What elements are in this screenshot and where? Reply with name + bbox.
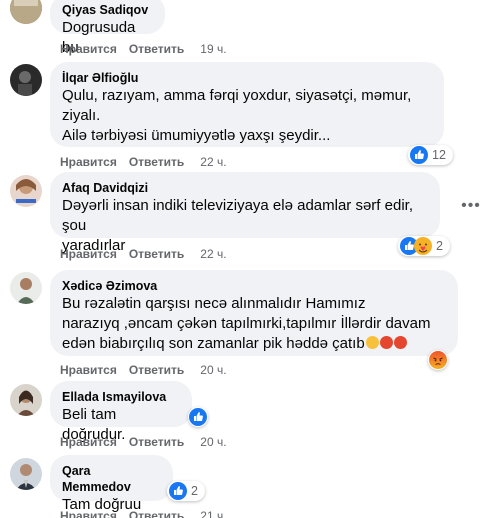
reaction-summary[interactable]: 2 — [398, 236, 450, 256]
like-link[interactable]: Нравится — [60, 246, 117, 262]
reply-link[interactable]: Ответить — [129, 154, 184, 170]
reaction-summary[interactable] — [428, 350, 448, 370]
angry-face-icon — [379, 336, 393, 349]
comment-timestamp[interactable]: 19 ч. — [200, 41, 226, 57]
comment-bubble: Ellada Ismayilova Beli tam doğrudur. — [50, 381, 192, 443]
care-icon — [414, 237, 432, 255]
comment-timestamp[interactable]: 21 ч. — [200, 508, 226, 518]
comment-author[interactable]: Qara Memmedov — [62, 463, 161, 495]
reaction-summary[interactable]: 12 — [408, 145, 453, 165]
reply-link[interactable]: Ответить — [129, 41, 184, 57]
avatar[interactable] — [10, 175, 42, 207]
comment-bubble: Qara Memmedov Tam doğruu — [50, 455, 173, 513]
comment-text: Qulu, razıyam, amma fərqi yoxdur, siyasə… — [62, 87, 412, 104]
comment-bubble: Xədicə Əzimova Bu rəzalətin qarşısı necə… — [50, 270, 458, 356]
comment-author[interactable]: Qiyas Sadiqov — [62, 2, 153, 18]
reaction-count: 2 — [436, 239, 443, 253]
comment-author[interactable]: İlqar Əlfioğlu — [62, 70, 432, 86]
like-icon — [169, 482, 187, 500]
avatar[interactable] — [10, 0, 42, 24]
comment-actions: Нравится Ответить 20 ч. — [60, 434, 227, 450]
angry-face-icon — [393, 336, 407, 349]
comment-actions: Нравится Ответить 22 ч. — [60, 154, 227, 170]
comment-actions: Нравится Ответить 22 ч. — [60, 246, 227, 262]
reply-link[interactable]: Ответить — [129, 434, 184, 450]
comment-actions: Нравится Ответить 20 ч. — [60, 362, 227, 378]
reaction-summary[interactable]: 2 — [167, 481, 205, 501]
comment-timestamp[interactable]: 22 ч. — [200, 154, 226, 170]
comment-author[interactable]: Xədicə Əzimova — [62, 278, 446, 294]
comment-bubble: Afaq Davidqizi Dəyərli insan indiki tele… — [50, 172, 440, 254]
more-options-icon[interactable]: ••• — [461, 198, 481, 219]
reply-link[interactable]: Ответить — [129, 246, 184, 262]
avatar[interactable] — [10, 272, 42, 304]
like-icon — [410, 146, 428, 164]
reaction-summary[interactable] — [188, 407, 208, 427]
comment-bubble: Qiyas Sadiqov Dogrusuda bu — [50, 0, 165, 56]
comment-text: Dəyərli insan indiki televiziyaya elə ad… — [62, 197, 413, 234]
reaction-count: 2 — [191, 484, 198, 498]
angry-icon — [429, 351, 447, 369]
reply-link[interactable]: Ответить — [129, 362, 184, 378]
reaction-count: 12 — [432, 148, 446, 162]
comment-actions: Нравится Ответить 19 ч. — [60, 41, 227, 57]
comment-timestamp[interactable]: 20 ч. — [200, 362, 226, 378]
avatar[interactable] — [10, 64, 42, 96]
comment-actions: Нравится Ответить 21 ч. — [60, 508, 227, 518]
comment-bubble: İlqar Əlfioğlu Qulu, razıyam, amma fərqi… — [50, 62, 444, 147]
avatar[interactable] — [10, 458, 42, 490]
like-link[interactable]: Нравится — [60, 508, 117, 518]
like-link[interactable]: Нравится — [60, 434, 117, 450]
like-link[interactable]: Нравится — [60, 362, 117, 378]
like-icon — [189, 408, 207, 426]
comment-author[interactable]: Ellada Ismayilova — [62, 389, 180, 405]
comment-timestamp[interactable]: 22 ч. — [200, 246, 226, 262]
relieved-face-icon — [365, 336, 379, 349]
comment-author[interactable]: Afaq Davidqizi — [62, 180, 428, 196]
comment-text: edən biabırçılıq son zamanlar pik həddə … — [62, 334, 446, 354]
avatar[interactable] — [10, 384, 42, 416]
comment-text: narazıyq ,əncam çəkən tapılmırki,tapılmı… — [62, 315, 431, 332]
comment-text: ziyalı. — [62, 107, 101, 124]
like-link[interactable]: Нравится — [60, 154, 117, 170]
comment-timestamp[interactable]: 20 ч. — [200, 434, 226, 450]
reply-link[interactable]: Ответить — [129, 508, 184, 518]
like-link[interactable]: Нравится — [60, 41, 117, 57]
comment-text: Ailə tərbiyəsi ümumiyyətlə yaxşı şeydir.… — [62, 127, 331, 144]
comment-text-fragment: edən biabırçılıq son zamanlar pik həddə … — [62, 335, 365, 352]
comment-text: Bu rəzalətin qarşısı necə alınmalıdır Ha… — [62, 295, 366, 312]
